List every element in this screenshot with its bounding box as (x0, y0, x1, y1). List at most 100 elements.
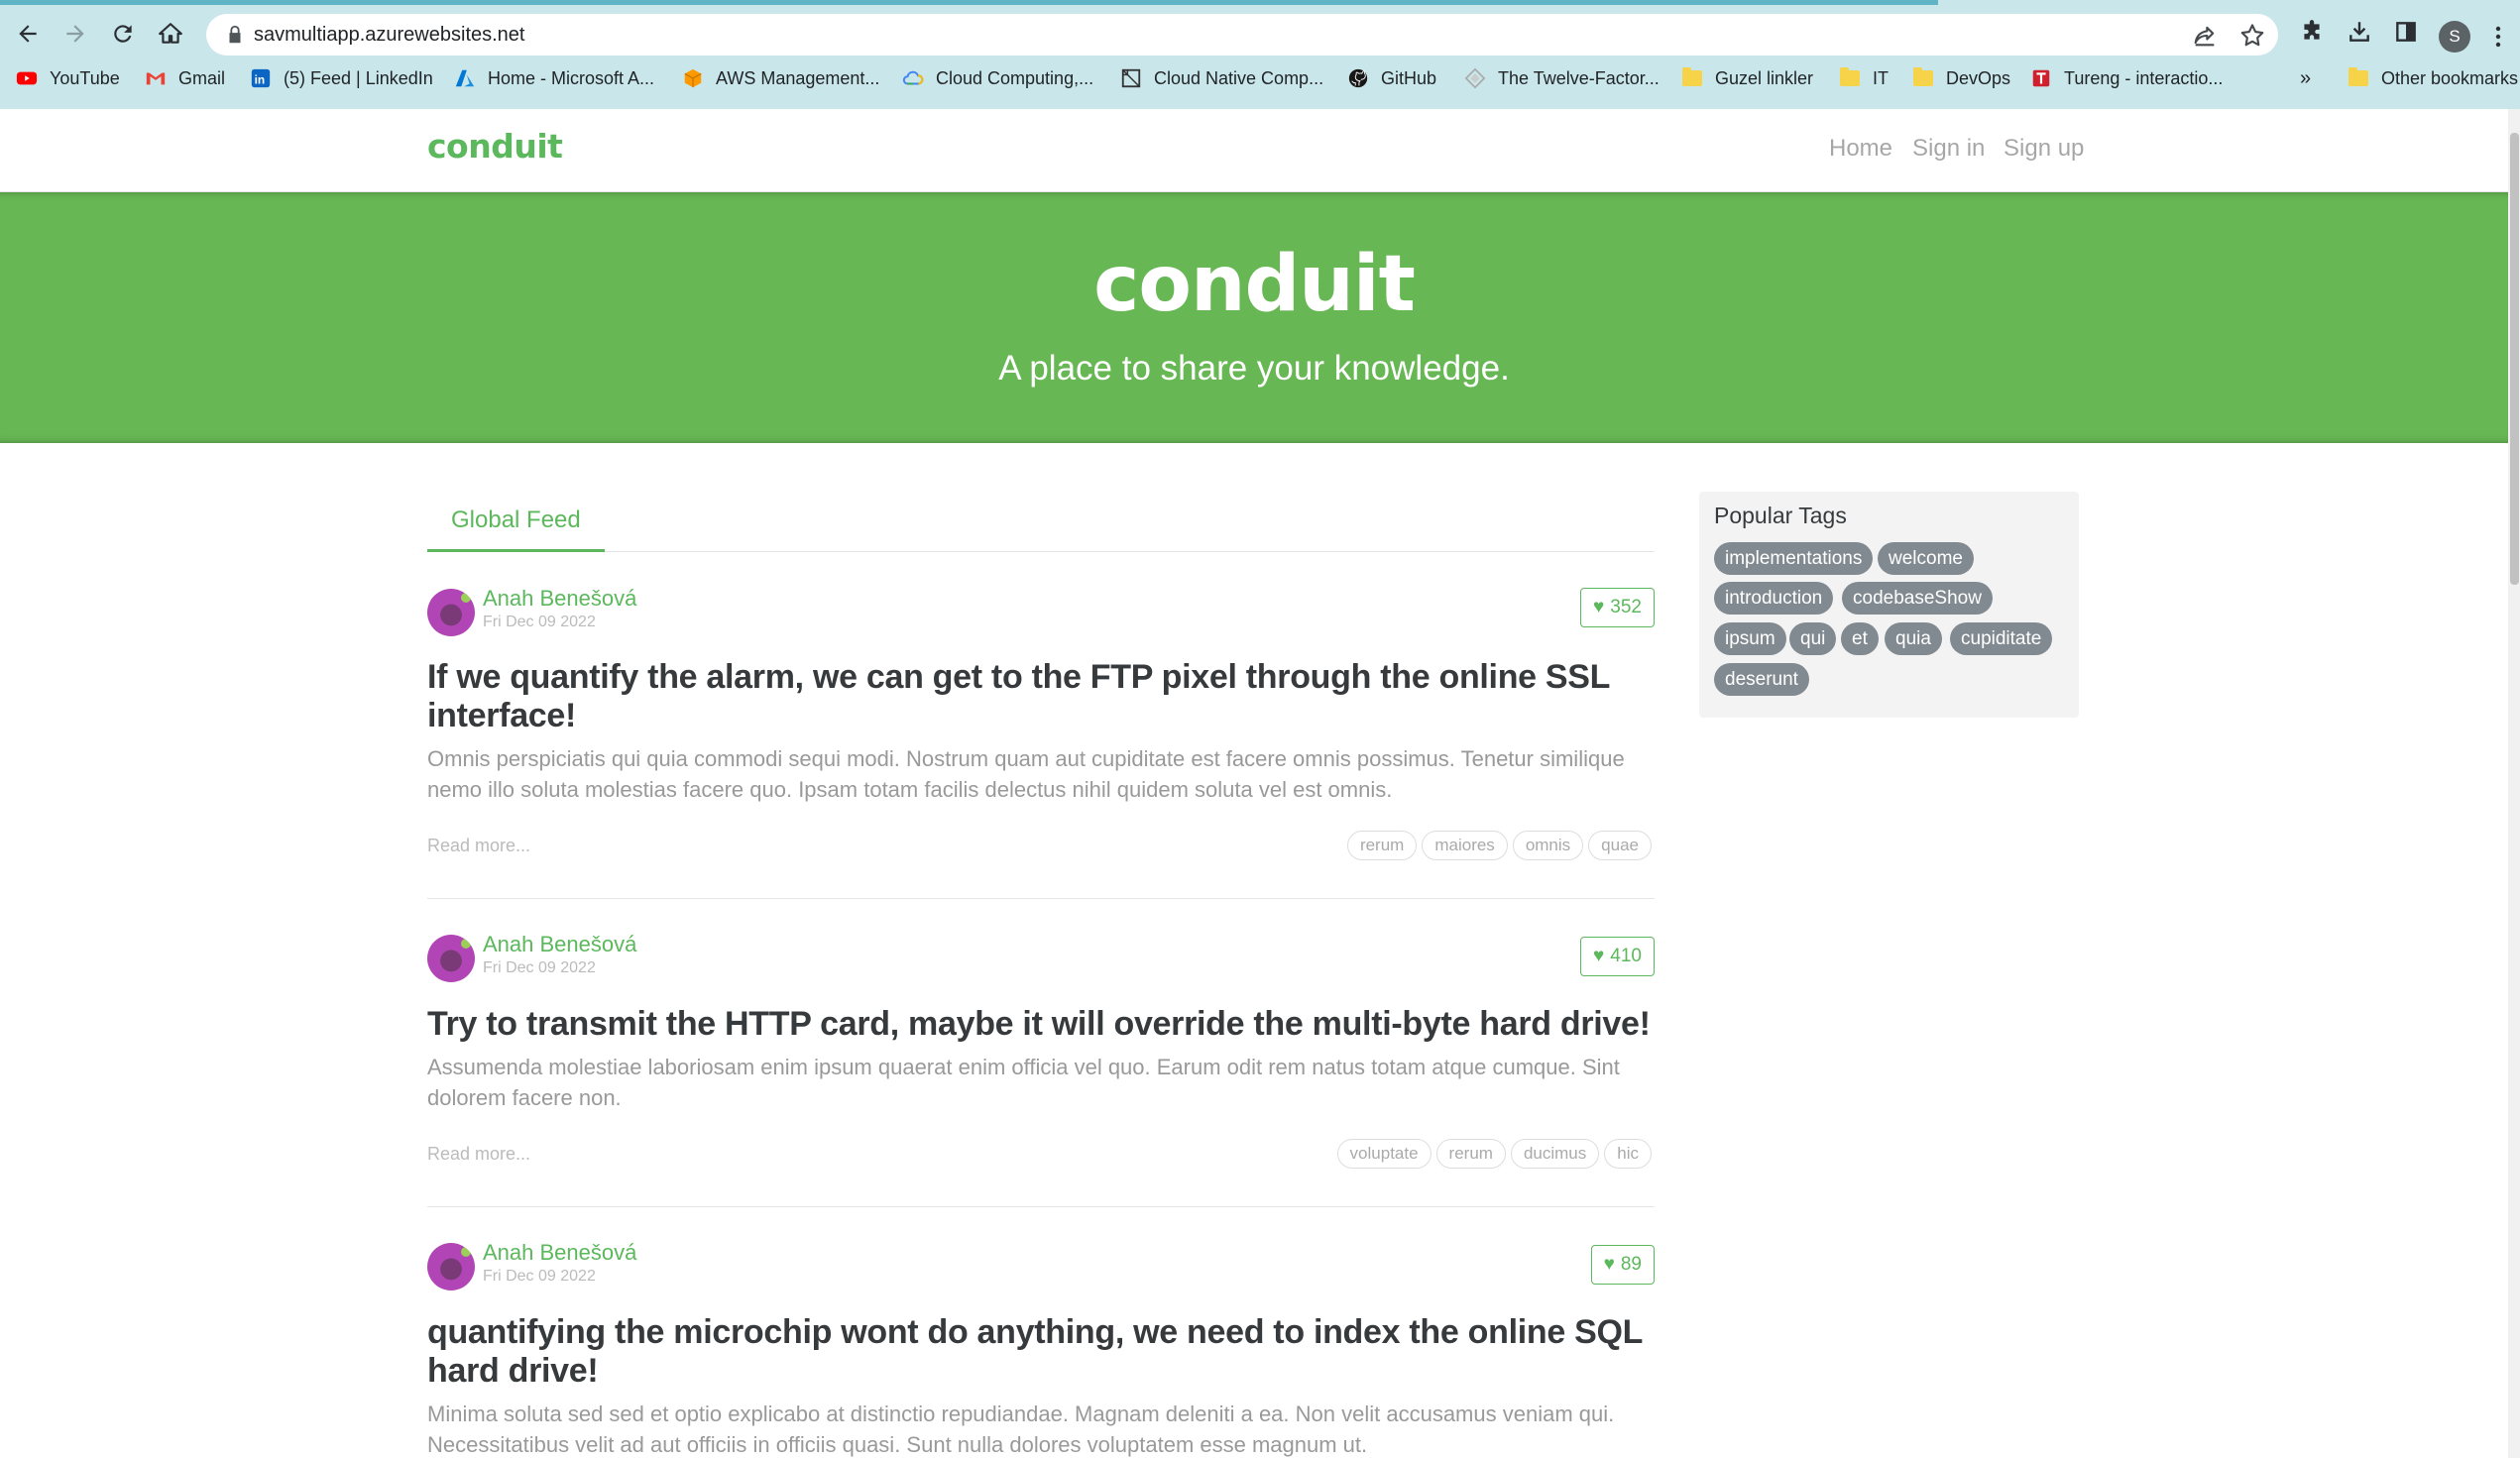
read-more-link[interactable]: Read more... (427, 1144, 530, 1165)
address-bar[interactable]: savmultiapp.azurewebsites.net (206, 14, 2278, 56)
bookmark-linkedin[interactable]: in (5) Feed | LinkedIn (250, 63, 433, 93)
article-description[interactable]: Omnis perspiciatis qui quia commodi sequ… (427, 743, 1655, 805)
lock-icon[interactable] (224, 24, 246, 46)
article-description[interactable]: Assumenda molestiae laboriosam enim ipsu… (427, 1052, 1655, 1113)
star-bookmark-icon[interactable] (2238, 22, 2266, 50)
tag-pill[interactable]: codebaseShow (1842, 582, 1993, 615)
forward-button[interactable] (56, 14, 95, 54)
tab-global-feed[interactable]: Global Feed (427, 493, 605, 552)
article-date: Fri Dec 09 2022 (483, 1268, 596, 1285)
bookmark-tureng[interactable]: Tureng - interactio... (2030, 63, 2223, 93)
browser-menu-button[interactable] (2486, 20, 2510, 54)
avatar[interactable] (427, 1243, 475, 1290)
bookmark-twelve-factor[interactable]: The Twelve-Factor... (1464, 63, 1660, 93)
profile-avatar[interactable]: S (2439, 21, 2470, 53)
cncf-icon (1120, 67, 1142, 89)
tag-pill[interactable]: ducimus (1510, 1139, 1600, 1169)
article-title[interactable]: quantifying the microchip wont do anythi… (427, 1313, 1655, 1391)
nav-link-sign-in[interactable]: Sign in (1912, 135, 1985, 163)
avatar[interactable] (427, 935, 475, 982)
tag-pill[interactable]: ipsum (1714, 622, 1786, 655)
tag-pill[interactable]: maiores (1422, 831, 1508, 860)
brand-logo[interactable]: conduit (427, 127, 563, 166)
heart-icon: ♥ (1593, 597, 1605, 617)
avatar[interactable] (427, 589, 475, 636)
bookmark-folder-devops[interactable]: DevOps (1912, 63, 2010, 93)
bookmark-label: IT (1873, 67, 1889, 88)
home-button[interactable] (151, 14, 190, 54)
favorite-button[interactable]: ♥ 89 (1590, 1245, 1655, 1285)
author-name[interactable]: Anah Benešová (483, 1240, 636, 1266)
bookmark-label: Cloud Native Comp... (1154, 67, 1324, 88)
tag-pill[interactable]: hic (1604, 1139, 1652, 1169)
tag-pill[interactable]: rerum (1346, 831, 1418, 860)
browser-toolbar: savmultiapp.azurewebsites.net S (0, 8, 2520, 57)
nav-link-home[interactable]: Home (1829, 135, 1892, 163)
github-icon (1347, 67, 1369, 89)
bookmarks-bar: YouTube Gmail in (5) Feed | LinkedIn Hom… (0, 63, 2520, 93)
bookmark-folder-guzel-linkler[interactable]: Guzel linkler (1681, 63, 1813, 93)
tag-pill[interactable]: quia (1885, 622, 1942, 655)
tag-pill[interactable]: implementations (1714, 542, 1874, 575)
heart-icon: ♥ (1603, 1254, 1615, 1275)
url-text[interactable]: savmultiapp.azurewebsites.net (254, 24, 524, 47)
bookmarks-overflow-button[interactable]: » (2300, 63, 2311, 93)
author-name[interactable]: Anah Benešová (483, 932, 636, 957)
read-more-link[interactable]: Read more... (427, 836, 530, 856)
article-title[interactable]: If we quantify the alarm, we can get to … (427, 658, 1655, 735)
tag-pill[interactable]: quae (1588, 831, 1652, 860)
arrow-right-icon (66, 25, 84, 43)
svg-text:in: in (255, 73, 266, 87)
extensions-button[interactable] (2295, 15, 2329, 49)
downloads-button[interactable] (2343, 15, 2376, 49)
twelve-factor-icon (1464, 67, 1486, 89)
bookmark-label: DevOps (1946, 67, 2011, 88)
bookmark-label: Other bookmarks (2381, 67, 2519, 88)
back-button[interactable] (8, 14, 48, 54)
tag-pill[interactable]: deserunt (1714, 663, 1809, 696)
bookmark-label: GitHub (1381, 67, 1437, 88)
tag-pill[interactable]: et (1841, 622, 1879, 655)
other-bookmarks-folder[interactable]: Other bookmarks (2348, 63, 2518, 93)
bookmark-folder-it[interactable]: IT (1839, 63, 1889, 93)
tag-pill[interactable]: rerum (1435, 1139, 1506, 1169)
bookmark-youtube[interactable]: YouTube (16, 63, 120, 93)
kebab-menu-icon (2495, 26, 2501, 48)
side-panel-button[interactable] (2389, 15, 2423, 49)
bookmark-label: Tureng - interactio... (2064, 67, 2224, 88)
banner-subtitle: A place to share your knowledge. (998, 349, 1510, 388)
youtube-icon (16, 67, 38, 89)
article-description[interactable]: Minima soluta sed sed et optio explicabo… (427, 1399, 1655, 1458)
bookmark-gmail[interactable]: Gmail (145, 63, 225, 93)
author-name[interactable]: Anah Benešová (483, 586, 636, 612)
bookmark-label: Gmail (178, 67, 226, 88)
puzzle-icon (2304, 20, 2320, 40)
article-date: Fri Dec 09 2022 (483, 959, 596, 976)
article-title[interactable]: Try to transmit the HTTP card, maybe it … (427, 1005, 1655, 1044)
nav-link-sign-up[interactable]: Sign up (2004, 135, 2084, 163)
bookmark-cloud-computing[interactable]: Cloud Computing,... (902, 63, 1093, 93)
heart-icon: ♥ (1593, 946, 1605, 966)
tag-pill[interactable]: qui (1789, 622, 1837, 655)
tag-pill[interactable]: voluptate (1336, 1139, 1432, 1169)
bookmark-github[interactable]: GitHub (1347, 63, 1436, 93)
tag-pill[interactable]: welcome (1878, 542, 1974, 575)
article-date: Fri Dec 09 2022 (483, 614, 596, 630)
azure-icon (454, 67, 476, 89)
bookmark-aws[interactable]: AWS Management... (682, 63, 879, 93)
tag-pill[interactable]: introduction (1714, 582, 1834, 615)
favorite-count: 89 (1620, 1254, 1642, 1275)
tab-strip-edge (0, 0, 1938, 5)
tag-pill[interactable]: cupiditate (1950, 622, 2053, 655)
favorite-count: 352 (1610, 597, 1642, 617)
bookmark-microsoft-azure[interactable]: Home - Microsoft A... (454, 63, 654, 93)
share-icon[interactable] (2191, 22, 2219, 50)
tag-pill[interactable]: omnis (1512, 831, 1584, 860)
tag-list: voluptate rerum ducimus hic (1336, 1139, 1652, 1169)
reload-button[interactable] (103, 14, 143, 54)
bookmark-cloud-native[interactable]: Cloud Native Comp... (1120, 63, 1323, 93)
arrow-left-icon (19, 25, 37, 43)
favorite-button[interactable]: ♥ 352 (1580, 588, 1655, 627)
scrollbar-thumb[interactable] (2510, 133, 2519, 585)
favorite-button[interactable]: ♥ 410 (1580, 937, 1655, 976)
